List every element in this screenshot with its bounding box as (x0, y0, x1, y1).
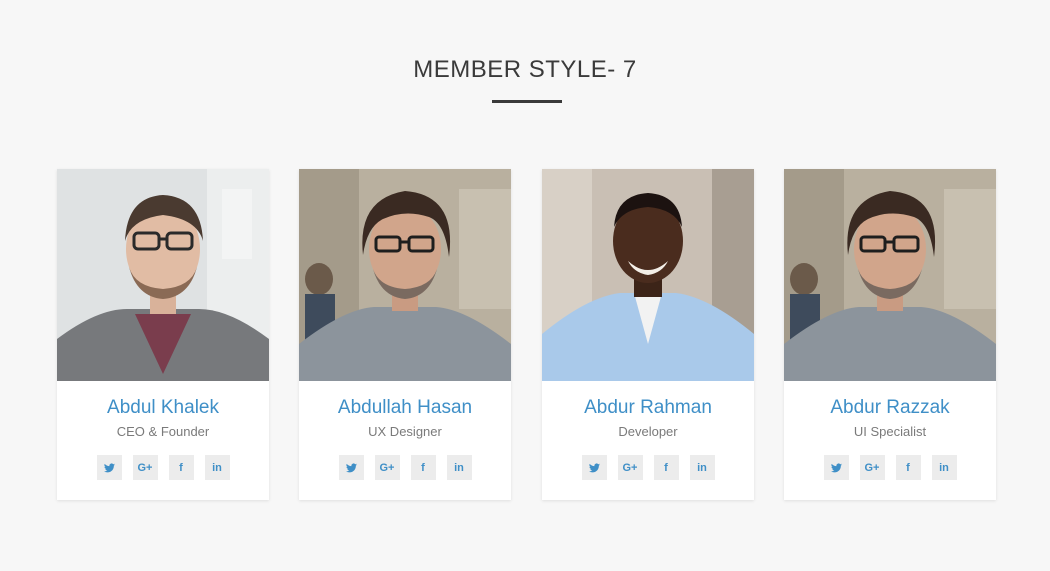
member-photo (542, 169, 754, 381)
member-name[interactable]: Abdur Razzak (784, 397, 996, 419)
facebook-icon[interactable]: f (168, 455, 194, 480)
member-card: Abdul Khalek CEO & Founder G+ f in (57, 169, 269, 500)
linkedin-icon[interactable]: in (446, 455, 472, 480)
twitter-icon[interactable] (96, 455, 122, 480)
member-card: Abdur Razzak UI Specialist G+ f in (784, 169, 996, 500)
facebook-icon[interactable]: f (895, 455, 921, 480)
member-name[interactable]: Abdul Khalek (57, 397, 269, 419)
google-plus-icon[interactable]: G+ (859, 455, 885, 480)
linkedin-icon[interactable]: in (689, 455, 715, 480)
member-photo (57, 169, 269, 381)
social-links: G+ f in (299, 455, 511, 480)
member-name[interactable]: Abdur Rahman (542, 397, 754, 419)
member-photo (299, 169, 511, 381)
member-role: Developer (618, 424, 678, 439)
member-cards: Abdul Khalek CEO & Founder G+ f in Abdul… (57, 169, 997, 501)
social-links: G+ f in (57, 455, 269, 480)
team-section: MEMBER STYLE- 7 Abdul Khalek CEO & Found… (0, 0, 1050, 571)
member-card: Abdur Rahman Developer G+ f in (542, 169, 754, 500)
member-photo (784, 169, 996, 381)
member-role: UX Designer (368, 424, 442, 439)
facebook-icon[interactable]: f (410, 455, 436, 480)
google-plus-icon[interactable]: G+ (617, 455, 643, 480)
member-role: CEO & Founder (116, 424, 210, 439)
section-title: MEMBER STYLE- 7 (413, 56, 637, 83)
facebook-icon[interactable]: f (653, 455, 679, 480)
member-name[interactable]: Abdullah Hasan (299, 397, 511, 419)
social-links: G+ f in (542, 455, 754, 480)
member-role: UI Specialist (853, 424, 927, 439)
linkedin-icon[interactable]: in (931, 455, 957, 480)
twitter-icon[interactable] (338, 455, 364, 480)
twitter-icon[interactable] (581, 455, 607, 480)
title-underline (492, 100, 562, 103)
google-plus-icon[interactable]: G+ (132, 455, 158, 480)
linkedin-icon[interactable]: in (204, 455, 230, 480)
google-plus-icon[interactable]: G+ (374, 455, 400, 480)
social-links: G+ f in (784, 455, 996, 480)
twitter-icon[interactable] (823, 455, 849, 480)
member-card: Abdullah Hasan UX Designer G+ f in (299, 169, 511, 500)
